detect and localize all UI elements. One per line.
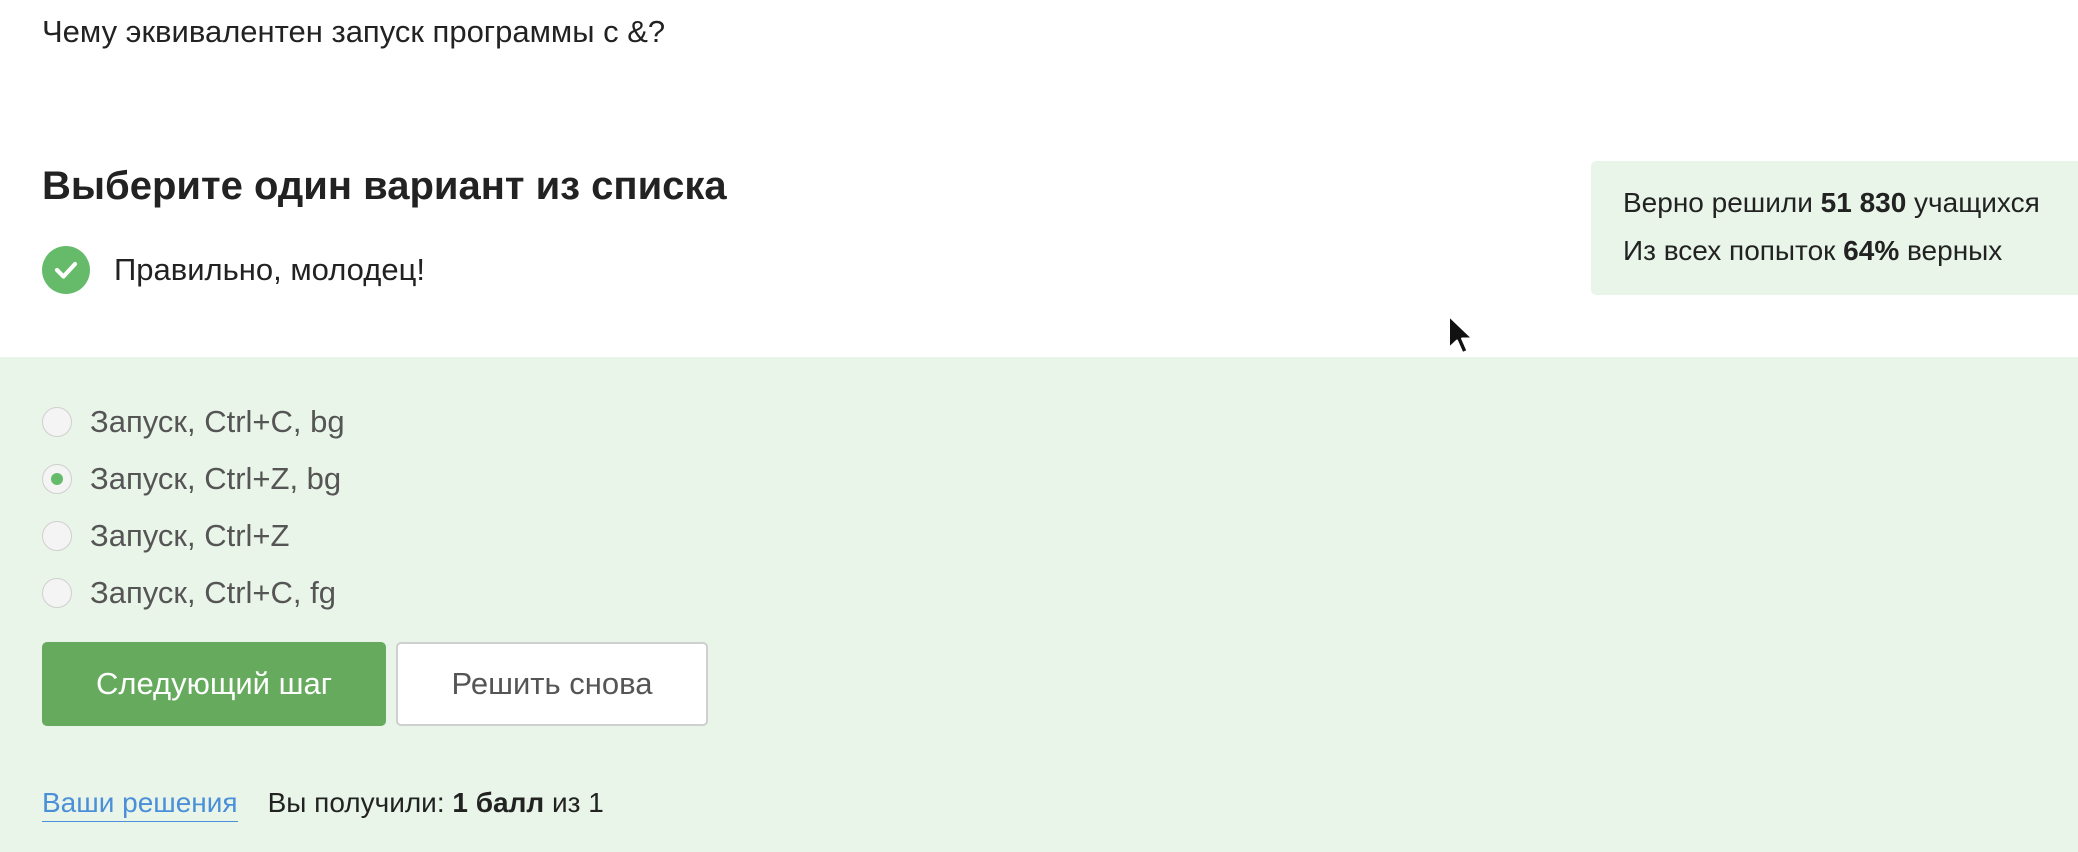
next-step-button[interactable]: Следующий шаг — [42, 642, 386, 726]
option-item[interactable]: Запуск, Ctrl+C, bg — [42, 393, 345, 450]
option-label: Запуск, Ctrl+C, bg — [90, 403, 345, 439]
solved-suffix: учащихся — [1906, 187, 2040, 218]
radio-button[interactable] — [42, 406, 72, 437]
option-item[interactable]: Запуск, Ctrl+Z — [42, 507, 345, 564]
attempts-prefix: Из всех попыток — [1623, 235, 1844, 266]
solved-count: 51 830 — [1820, 187, 1907, 218]
option-item[interactable]: Запуск, Ctrl+C, fg — [42, 564, 345, 621]
score-value: 1 балл — [452, 787, 545, 818]
attempts-percent: 64% — [1843, 235, 1900, 266]
section-title: Выберите один вариант из списка — [42, 164, 727, 208]
score-prefix: Вы получили: — [267, 787, 453, 818]
radio-button[interactable] — [42, 520, 72, 551]
stats-panel: Верно решили 51 830 учащихся Из всех поп… — [1591, 161, 2078, 295]
score-suffix: из 1 — [544, 787, 604, 818]
option-item[interactable]: Запуск, Ctrl+Z, bg — [42, 450, 345, 507]
mouse-cursor-icon — [1448, 315, 1474, 354]
option-label: Запуск, Ctrl+C, fg — [90, 574, 336, 610]
score-text: Вы получили: 1 балл из 1 — [268, 787, 604, 819]
option-label: Запуск, Ctrl+Z, bg — [90, 460, 342, 496]
radio-dot-icon — [51, 472, 63, 485]
footer: Ваши решения Вы получили: 1 балл из 1 — [42, 787, 604, 822]
action-buttons: Следующий шаг Решить снова — [42, 642, 708, 726]
your-solutions-link[interactable]: Ваши решения — [42, 787, 238, 822]
solved-count-line: Верно решили 51 830 учащихся — [1623, 183, 2078, 231]
attempts-line: Из всех попыток 64% верных — [1623, 231, 2078, 279]
attempts-suffix: верных — [1899, 235, 2003, 266]
check-circle-icon — [42, 246, 90, 294]
retry-button[interactable]: Решить снова — [396, 642, 708, 726]
radio-button[interactable] — [42, 577, 72, 608]
option-label: Запуск, Ctrl+Z — [90, 517, 290, 553]
radio-button-selected[interactable] — [42, 463, 72, 494]
question-text: Чему эквивалентен запуск программы с &? — [42, 14, 666, 49]
answer-area: Запуск, Ctrl+C, bg Запуск, Ctrl+Z, bg За… — [0, 357, 2078, 852]
solved-prefix: Верно решили — [1623, 187, 1821, 218]
feedback-message: Правильно, молодец! — [42, 246, 425, 294]
options-list: Запуск, Ctrl+C, bg Запуск, Ctrl+Z, bg За… — [42, 393, 345, 621]
feedback-text: Правильно, молодец! — [114, 252, 425, 287]
